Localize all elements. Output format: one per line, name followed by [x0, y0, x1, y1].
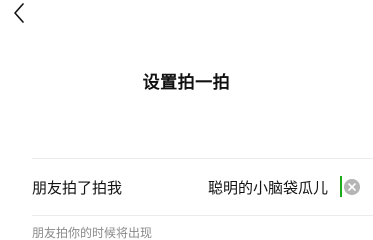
hint-text: 朋友拍你的时候将出现 — [32, 226, 153, 240]
back-button[interactable] — [8, 0, 30, 26]
pat-suffix-label: 朋友拍了拍我 — [32, 179, 123, 197]
clear-circle-icon[interactable] — [344, 179, 360, 195]
text-cursor — [340, 176, 342, 197]
page-title: 设置拍一拍 — [142, 73, 231, 93]
set-pat-page: 设置拍一拍 朋友拍了拍我 聪明的小脑袋瓜儿 朋友拍你的时候将出现 — [0, 0, 373, 240]
pat-suffix-input[interactable]: 聪明的小脑袋瓜儿 — [208, 177, 340, 198]
pat-suffix-row: 朋友拍了拍我 聪明的小脑袋瓜儿 — [32, 158, 373, 216]
chevron-left-icon — [14, 3, 24, 23]
